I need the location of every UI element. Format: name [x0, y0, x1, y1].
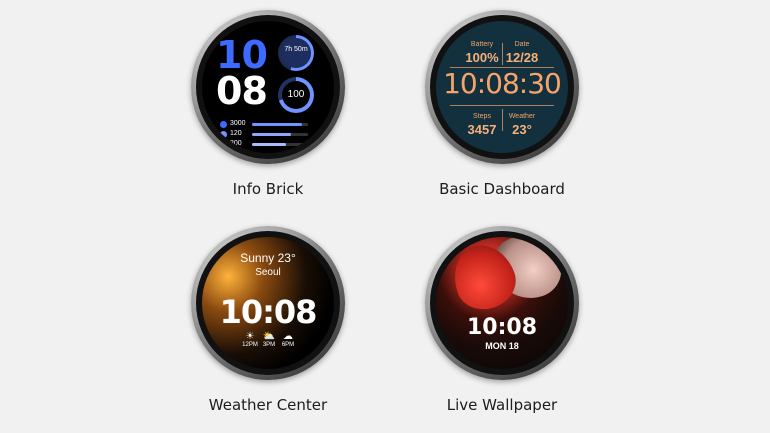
watch-bezel: Battery 100% Date 12/28 10:08:30 Steps 3… — [430, 15, 574, 159]
steps-label: Steps — [473, 113, 491, 120]
steps-stat: 3000 — [220, 120, 315, 129]
forecast-item: ☁ 6PM — [276, 331, 300, 348]
city-name: Seoul — [255, 267, 281, 278]
sleep-value: 7h 50m — [284, 46, 308, 53]
watch-face-label: Info Brick — [232, 180, 304, 198]
watch-face-card-basic-dashboard[interactable]: Battery 100% Date 12/28 10:08:30 Steps 3… — [402, 2, 602, 212]
watch-face-label: Basic Dashboard — [439, 180, 565, 198]
date-label: Date — [514, 41, 530, 48]
watch-face-card-info-brick[interactable]: 10 08 7h 50m 100 3000 120 300 Info Brick — [168, 2, 368, 212]
watch-bezel: 10:08 MON 18 — [430, 231, 574, 375]
weather-center-face: Sunny 23° Seoul 10:08 ☀ 12PM ⛅ 3PM ☁ 6PM — [202, 237, 334, 369]
weather-label: Weather — [508, 113, 536, 120]
calories-stat: 300 — [220, 140, 315, 149]
info-brick-face: 10 08 7h 50m 100 3000 120 300 — [202, 21, 334, 153]
activity-stat: 120 — [220, 130, 315, 139]
weather-condition: Sunny 23° — [240, 251, 296, 265]
sleep-complication: 7h 50m — [278, 35, 314, 71]
activity-icon — [220, 131, 227, 138]
ring-complication: 100 — [278, 77, 314, 113]
watch-frame: 10:08 MON 18 — [425, 226, 579, 380]
watch-frame: Battery 100% Date 12/28 10:08:30 Steps 3… — [425, 10, 579, 164]
cloud-icon: ☁ — [283, 331, 293, 342]
date-display: MON 18 — [485, 341, 519, 351]
watch-face-label: Live Wallpaper — [446, 396, 558, 414]
steps-icon — [220, 121, 227, 128]
weather-value: 23° — [512, 122, 532, 137]
divider — [502, 43, 503, 65]
battery-label: Battery — [470, 41, 494, 48]
time-display: 10:08:30 — [443, 67, 562, 100]
watch-face-card-live-wallpaper[interactable]: 10:08 MON 18 Live Wallpaper — [402, 218, 602, 428]
watch-face-card-weather-center[interactable]: Sunny 23° Seoul 10:08 ☀ 12PM ⛅ 3PM ☁ 6PM… — [168, 218, 368, 428]
watch-face-label: Weather Center — [208, 396, 328, 414]
watch-frame: Sunny 23° Seoul 10:08 ☀ 12PM ⛅ 3PM ☁ 6PM — [191, 226, 345, 380]
live-wallpaper-face: 10:08 MON 18 — [436, 237, 568, 369]
date-value: 12/28 — [505, 50, 539, 65]
time-display: 10:08 — [466, 315, 538, 340]
watch-frame: 10 08 7h 50m 100 3000 120 300 — [191, 10, 345, 164]
ring-value: 100 — [287, 89, 305, 100]
watch-bezel: 10 08 7h 50m 100 3000 120 300 — [196, 15, 340, 159]
flame-icon — [220, 141, 227, 148]
minute-display: 08 — [216, 69, 268, 113]
time-display: 10:08 — [219, 293, 318, 331]
watch-bezel: Sunny 23° Seoul 10:08 ☀ 12PM ⛅ 3PM ☁ 6PM — [196, 231, 340, 375]
basic-dashboard-face: Battery 100% Date 12/28 10:08:30 Steps 3… — [436, 21, 568, 153]
divider — [450, 105, 554, 106]
